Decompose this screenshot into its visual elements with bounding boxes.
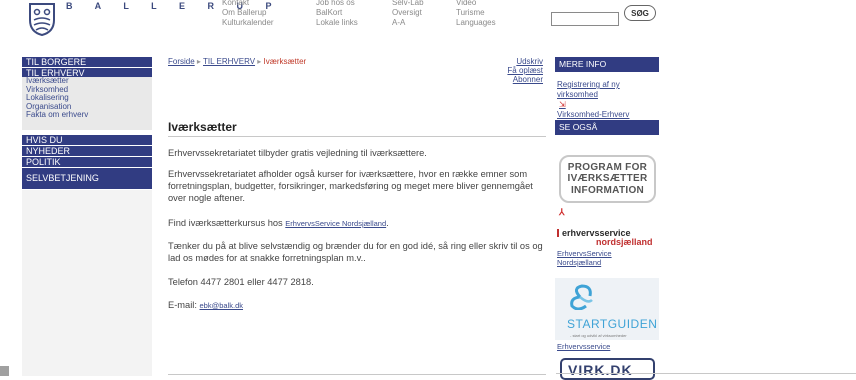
nav-submenu: Iværksætter Virksomhed Lokalisering Orga… <box>22 76 152 130</box>
top-link-kulturkalender[interactable]: Kulturkalender <box>222 18 274 28</box>
breadcrumb-section[interactable]: TIL ERHVERV <box>203 57 255 66</box>
scroll-corner <box>0 366 9 376</box>
content-bottom-divider <box>168 374 546 375</box>
top-link-oversigt[interactable]: Oversigt <box>392 8 424 18</box>
erhvervsservice-mark-icon <box>557 229 559 237</box>
phone-line: Telefon 4477 2801 eller 4477 2818. <box>168 277 314 287</box>
top-link-a-a[interactable]: A-A <box>392 18 424 28</box>
link-registrering[interactable]: Registrering af ny <box>557 80 629 90</box>
top-links-col2: Job hos os BalKort Lokale links <box>316 0 358 28</box>
search-button[interactable]: SØG <box>624 5 656 21</box>
startguiden-text: STARTGUIDEN <box>567 317 658 331</box>
top-link-om-ballerup[interactable]: Om Ballerup <box>222 8 274 18</box>
top-link-kontakt[interactable]: Kontakt <box>222 0 274 8</box>
top-link-balkort[interactable]: BalKort <box>316 8 358 18</box>
nav-hvis-du[interactable]: HVIS DU <box>22 135 152 145</box>
breadcrumb-separator: ▸ <box>257 57 262 66</box>
subscribe-link[interactable]: Abonner <box>505 75 543 84</box>
startguiden-swirl-icon <box>570 284 593 310</box>
paragraph-3-text: Find iværksætterkursus hos <box>168 218 286 228</box>
top-link-languages[interactable]: Languages <box>456 18 496 28</box>
erhvervsservice-link-2[interactable]: Nordsjælland <box>557 259 601 267</box>
program-banner[interactable]: PROGRAM FOR IVÆRKSÆTTER INFORMATION <box>559 155 656 203</box>
page-title: Iværksætter <box>168 120 237 134</box>
subnav-fakta[interactable]: Fakta om erhverv <box>22 110 152 120</box>
top-links-col1: Kontakt Om Ballerup Kulturkalender <box>222 0 274 28</box>
external-link-icon: ⇲ <box>559 100 566 109</box>
nav-politik[interactable]: POLITIK <box>22 157 152 167</box>
paragraph-2: Erhvervssekretariatet afholder også kurs… <box>168 169 533 203</box>
program-line-1: PROGRAM FOR <box>567 161 648 173</box>
top-link-turisme[interactable]: Turisme <box>456 8 496 18</box>
breadcrumb: Forside ▸ TIL ERHVERV ▸ Iværksætter <box>168 57 306 66</box>
title-divider <box>168 136 546 137</box>
page-bottom-divider <box>556 373 856 374</box>
mere-info-header: MERE INFO <box>555 57 659 72</box>
nav-nyheder[interactable]: NYHEDER <box>22 146 152 156</box>
paragraph-1: Erhvervssekretariatet tilbyder gratis ve… <box>168 148 427 158</box>
email-link[interactable]: ebk@balk.dk <box>200 301 243 310</box>
startguiden-link[interactable]: Erhvervsservice <box>557 343 610 351</box>
paragraph-3-end: . <box>386 218 389 228</box>
page-tools: Udskriv Få oplæst Abonner <box>505 57 543 84</box>
virk-dk-banner[interactable]: VIRK.DK <box>560 358 655 380</box>
program-line-2: IVÆRKSÆTTER <box>567 173 648 185</box>
link-virksomhed-label: virksomhed <box>557 90 598 99</box>
print-link[interactable]: Udskriv <box>505 57 543 66</box>
link-virksomhed[interactable]: virksomhed ⇲ <box>557 90 629 110</box>
startguiden-tagline: - start og udvikl af virksomheder <box>570 333 627 338</box>
program-line-3: INFORMATION <box>570 184 645 196</box>
email-label: E-mail: <box>168 300 200 310</box>
nordsjaelland-logo-text: nordsjælland <box>596 237 653 247</box>
link-virksomhed-erhverv-label: Virksomhed-Erhverv <box>557 110 630 119</box>
top-links-col4: Video Turisme Languages <box>456 0 496 28</box>
se-ogsaa-header: SE OGSÅ <box>555 120 659 135</box>
left-panel-background <box>22 190 152 376</box>
email-line: E-mail: ebk@balk.dk <box>168 299 548 312</box>
top-link-lokale-links[interactable]: Lokale links <box>316 18 358 28</box>
erhvervsservice-link[interactable]: ErhvervsService Nordsjælland <box>285 219 386 228</box>
top-links-col3: Selv-Lab Oversigt A-A <box>392 0 424 28</box>
top-link-selvlab[interactable]: Selv-Lab <box>392 0 424 8</box>
ballerup-logo-icon[interactable] <box>28 2 56 36</box>
breadcrumb-current: Iværksætter <box>263 57 307 66</box>
paragraph-4: Tænker du på at blive selvstændig og bræ… <box>168 241 543 263</box>
search-input[interactable] <box>551 12 619 26</box>
nav-til-borgere[interactable]: TIL BORGERE <box>22 57 152 67</box>
breadcrumb-home[interactable]: Forside <box>168 57 195 66</box>
top-link-video[interactable]: Video <box>456 0 496 8</box>
top-link-job[interactable]: Job hos os <box>316 0 358 8</box>
erhvervsservice-link-1[interactable]: ErhvervsService <box>557 250 612 258</box>
paragraph-3: Find iværksætterkursus hos ErhvervsServi… <box>168 217 548 230</box>
breadcrumb-separator: ▸ <box>196 57 201 66</box>
pdf-icon[interactable]: ⅄ <box>559 207 565 218</box>
read-aloud-link[interactable]: Få oplæst <box>505 66 543 75</box>
nav-selvbetjening[interactable]: SELVBETJENING <box>22 168 152 189</box>
